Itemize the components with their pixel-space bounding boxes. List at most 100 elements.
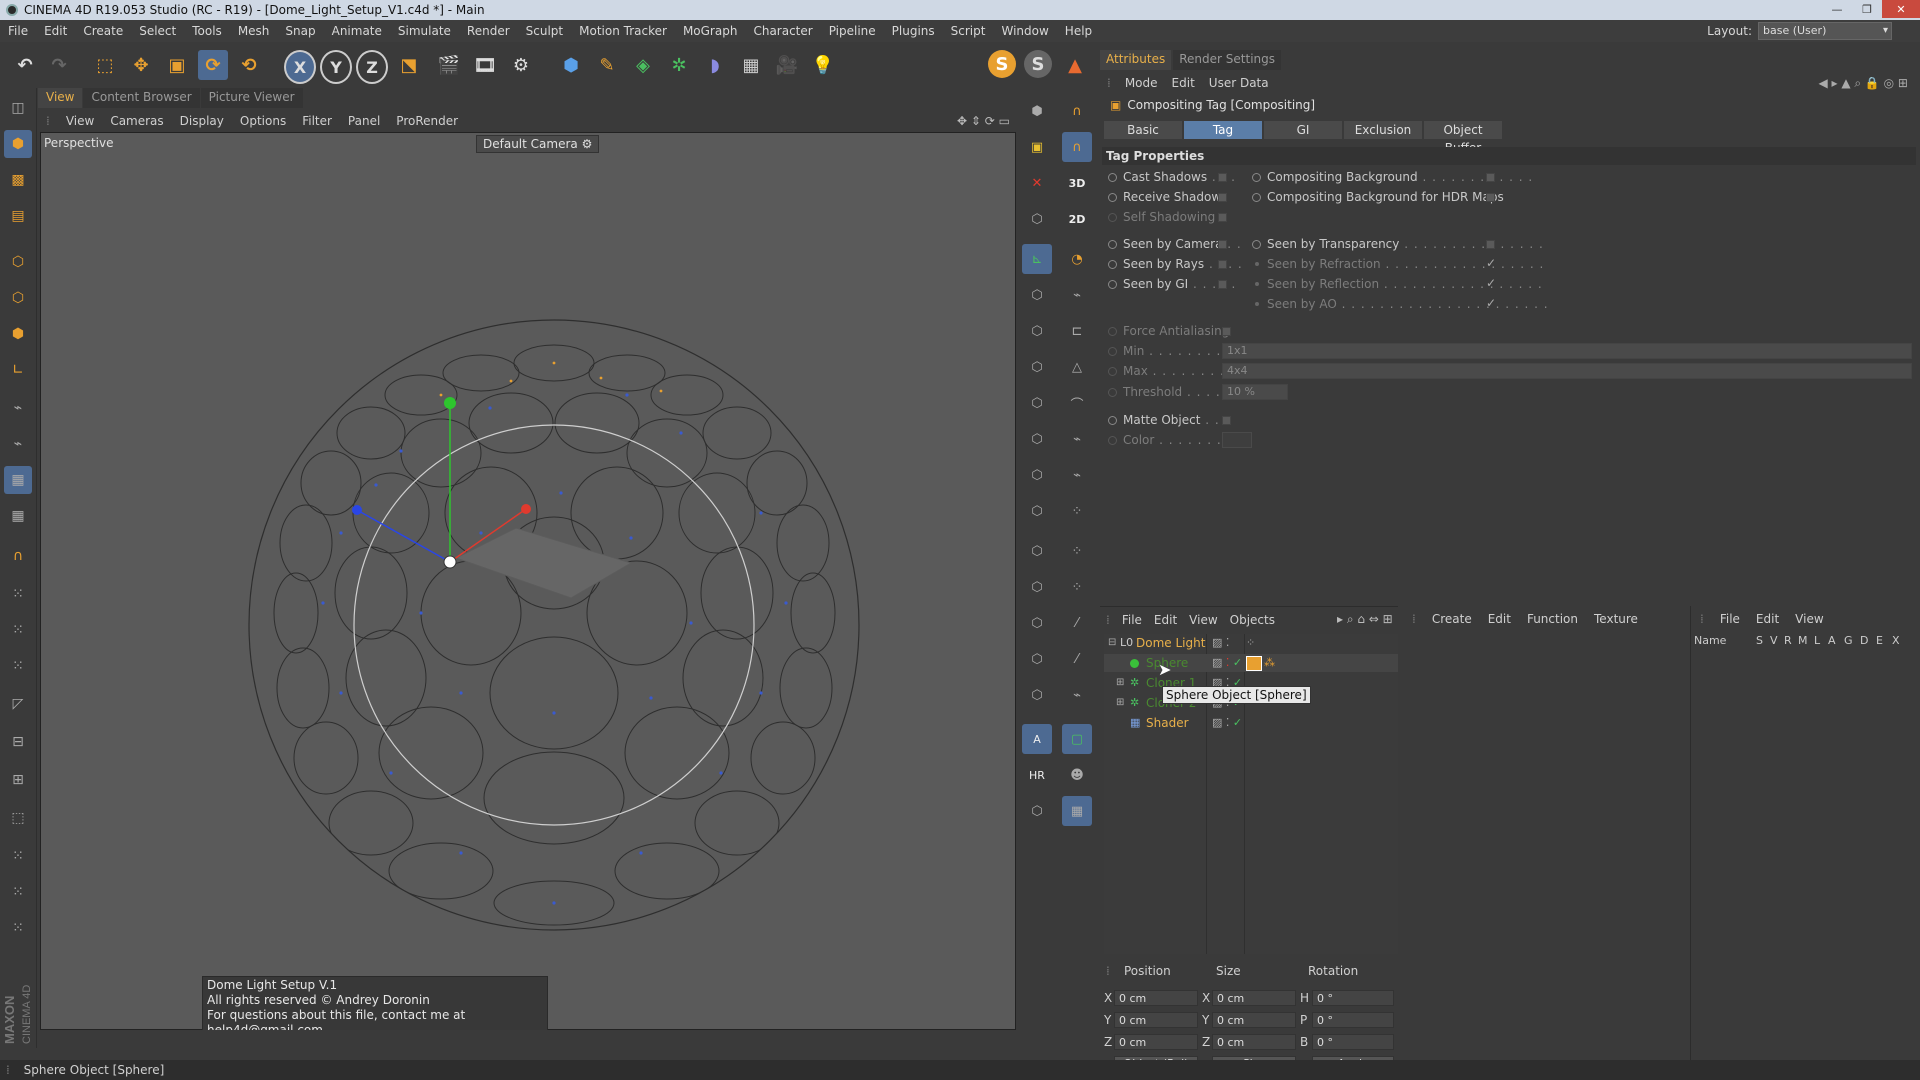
menu-pipeline[interactable]: Pipeline <box>821 24 884 38</box>
box-4-icon[interactable]: ⬡ <box>1022 352 1052 382</box>
grid-6-icon[interactable]: ⁙ <box>4 914 32 942</box>
menu-mograph[interactable]: MoGraph <box>675 24 746 38</box>
menu-create[interactable]: Create <box>75 24 131 38</box>
matte-object-checkbox[interactable] <box>1222 416 1231 425</box>
layer-col-manager[interactable]: M <box>1798 634 1814 650</box>
layer-col-locked[interactable]: L <box>1814 634 1828 650</box>
subdivision-icon[interactable]: ◈ <box>628 50 658 80</box>
seen-by-refraction-check-icon[interactable]: ✓ <box>1486 256 1496 270</box>
attr-menu-user-data[interactable]: User Data <box>1202 76 1276 90</box>
undo-icon[interactable]: ↶ <box>10 50 40 80</box>
compositing-background-checkbox[interactable] <box>1486 173 1495 182</box>
close-icon[interactable]: ✕ <box>1882 0 1920 18</box>
snap-dynamic-icon[interactable]: ⁄ <box>1062 644 1092 674</box>
snap-line-icon[interactable]: ⁄ <box>1062 608 1092 638</box>
grid-view-icon[interactable]: ▦ <box>1062 796 1092 826</box>
layer-col-render[interactable]: R <box>1784 634 1798 650</box>
extrude-icon[interactable]: ⬚ <box>4 804 32 832</box>
box-8-icon[interactable]: ⬡ <box>1022 496 1052 526</box>
seen-by-rays-checkbox[interactable] <box>1218 260 1227 269</box>
tab-content-browser[interactable]: Content Browser <box>83 88 200 108</box>
snapping-icon[interactable]: ▦ <box>4 466 32 494</box>
snap-workplane-icon[interactable]: ⁘ <box>1062 536 1092 566</box>
subtab-basic[interactable]: Basic <box>1104 121 1182 139</box>
object-name[interactable]: Dome Light <box>1136 634 1205 652</box>
workplane-icon[interactable]: ▦ <box>4 502 32 530</box>
menu-simulate[interactable]: Simulate <box>390 24 459 38</box>
prop-seen-by-transparency[interactable]: Seen by Transparency . . . . . . . . . .… <box>1252 237 1544 251</box>
polygons-mode-icon[interactable]: ⬢ <box>4 320 32 348</box>
y-axis-lock-button[interactable]: Y <box>320 50 352 84</box>
prop-seen-by-refraction[interactable]: Seen by Refraction . . . . . . . . . . .… <box>1252 257 1544 271</box>
menu-character[interactable]: Character <box>745 24 820 38</box>
viewport-nav-icons[interactable]: ✥ ⇕ ⟳ ▭ <box>957 114 1010 128</box>
om-menu-edit[interactable]: Edit <box>1148 613 1183 627</box>
om-menu-file[interactable]: File <box>1116 613 1148 627</box>
prop-seen-by-ao[interactable]: Seen by AO . . . . . . . . . . . . . . .… <box>1252 297 1549 311</box>
materials-icon[interactable]: ▣ <box>1022 132 1052 162</box>
box-3-icon[interactable]: ⬡ <box>1022 316 1052 346</box>
texture-mode-icon[interactable]: ▩ <box>4 166 32 194</box>
om-toolbar-icons[interactable]: ▸ ⌕ ⌂ ⇔ ⊞ <box>1331 612 1399 627</box>
layer-col-view[interactable]: V <box>1770 634 1784 650</box>
box-2-icon[interactable]: ⬡ <box>1022 280 1052 310</box>
deformer-icon[interactable]: ◗ <box>700 50 730 80</box>
3d-viewport[interactable] <box>40 132 1016 1030</box>
x-axis-lock-button[interactable]: X <box>284 50 316 84</box>
threshold-field[interactable]: 10 % <box>1222 384 1288 400</box>
mm-menu-function[interactable]: Function <box>1519 612 1586 626</box>
grid-2-icon[interactable]: ⁙ <box>4 616 32 644</box>
snap-edge-icon[interactable]: ⊏ <box>1062 316 1092 346</box>
subtab-object-buffer[interactable]: Object Buffer <box>1424 121 1502 155</box>
grid-3-icon[interactable]: ⁙ <box>4 652 32 680</box>
material-tag-icon[interactable]: ⁂ <box>1264 654 1275 672</box>
hi-res-icon[interactable]: HR <box>1022 760 1052 790</box>
prop-self-shadowing[interactable]: Self Shadowing <box>1108 210 1215 224</box>
camera-selector[interactable]: Default Camera ⚙ <box>476 135 600 153</box>
make-editable-icon[interactable]: ◫ <box>4 94 32 122</box>
snap-grid-icon[interactable]: ⁘ <box>1062 496 1092 526</box>
render-settings-icon[interactable]: ⚙ <box>506 50 536 80</box>
magnet-selected-icon[interactable]: ∩ <box>1062 132 1092 162</box>
attr-menu-edit[interactable]: Edit <box>1165 76 1202 90</box>
collapse-icon[interactable]: ⊟ <box>1108 634 1116 652</box>
viewport-bottom-handle[interactable] <box>40 1030 1096 1054</box>
menu-script[interactable]: Script <box>943 24 994 38</box>
prop-cast-shadows[interactable]: Cast Shadows . . . <box>1108 170 1236 184</box>
menu-motion-tracker[interactable]: Motion Tracker <box>571 24 675 38</box>
spline-pen-icon[interactable]: ✎ <box>592 50 622 80</box>
box-10-icon[interactable]: ⬡ <box>1022 572 1052 602</box>
lm-menu-edit[interactable]: Edit <box>1748 612 1787 626</box>
tweak-mode-icon[interactable]: ⌁ <box>4 394 32 422</box>
render-view-icon[interactable]: 🎬 <box>434 50 464 80</box>
grid-4-icon[interactable]: ⁙ <box>4 842 32 870</box>
z-axis-lock-button[interactable]: Z <box>356 50 388 84</box>
menu-file[interactable]: File <box>0 24 36 38</box>
object-row[interactable]: Sphere ▨ ⁚ ✓ ⁂ <box>1104 654 1398 672</box>
bridge-icon[interactable]: ⊞ <box>4 766 32 794</box>
expand-icon[interactable]: ⊞ <box>1116 674 1124 692</box>
layout-dropdown[interactable]: base (User) <box>1758 22 1892 40</box>
subtab-exclusion[interactable]: Exclusion <box>1344 121 1422 139</box>
viewport-menu-view[interactable]: View <box>58 114 102 128</box>
compositing-background-hdr-checkbox[interactable] <box>1486 193 1495 202</box>
mograph-cloner-icon[interactable]: ✲ <box>664 50 694 80</box>
tab-view[interactable]: View <box>38 88 83 108</box>
mm-menu-edit[interactable]: Edit <box>1480 612 1519 626</box>
box-icon[interactable]: ⬡ <box>1022 204 1052 234</box>
visibility-icon[interactable]: ▨ ⁚ ✓ <box>1212 714 1242 732</box>
snap-guide-icon[interactable]: ⌁ <box>1062 680 1092 710</box>
layer-col-xref[interactable]: X <box>1892 634 1906 650</box>
snap-polygon-icon[interactable]: △ <box>1062 352 1092 382</box>
viewport-menu-filter[interactable]: Filter <box>294 114 340 128</box>
prop-seen-by-reflection[interactable]: Seen by Reflection . . . . . . . . . . .… <box>1252 277 1543 291</box>
auto-snap-icon[interactable]: A <box>1022 724 1052 754</box>
box-9-icon[interactable]: ⬡ <box>1022 536 1052 566</box>
workplane-mode-icon[interactable]: ▤ <box>4 202 32 230</box>
menu-plugins[interactable]: Plugins <box>884 24 943 38</box>
model-mode-icon[interactable]: ⬢ <box>4 130 32 158</box>
rot-p-field[interactable]: 0 ° <box>1312 1012 1394 1028</box>
viewport-menu-cameras[interactable]: Cameras <box>102 114 171 128</box>
menu-edit[interactable]: Edit <box>36 24 75 38</box>
force-antialiasing-checkbox[interactable] <box>1222 327 1231 336</box>
